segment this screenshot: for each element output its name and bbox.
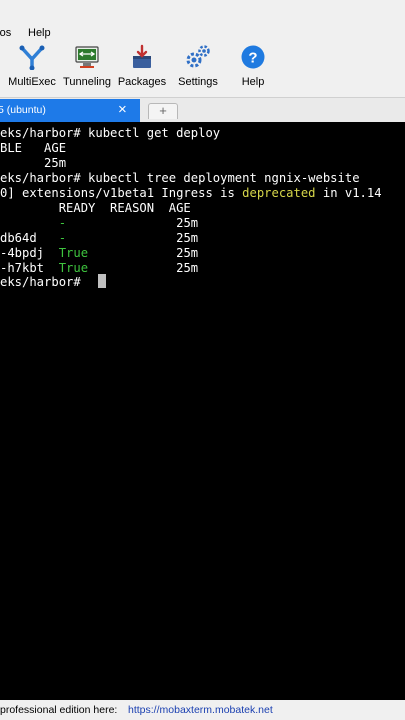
terminal-text: - bbox=[58, 231, 67, 245]
tunneling-icon bbox=[75, 46, 99, 68]
menu-item-macros[interactable]: ros bbox=[0, 27, 11, 39]
menu-item-help[interactable]: Help bbox=[28, 27, 51, 39]
terminal-line: READY REASON AGE bbox=[0, 201, 191, 216]
multiexec-label: MultiExec bbox=[8, 76, 56, 88]
tab-label: 5 (ubuntu) bbox=[0, 104, 46, 116]
terminal-text: 25m bbox=[0, 156, 67, 170]
terminal-cursor bbox=[98, 274, 106, 288]
help-label: Help bbox=[241, 76, 265, 88]
multiexec-icon bbox=[19, 45, 45, 70]
settings-icon bbox=[186, 45, 210, 68]
tab-strip: 5 (ubuntu) × + bbox=[0, 97, 405, 122]
terminal-line: - 25m bbox=[0, 216, 198, 231]
status-bar: professional edition here: https://mobax… bbox=[0, 700, 405, 720]
menu-bar: ros Help bbox=[0, 0, 405, 42]
terminal-line: db64d - 25m bbox=[0, 231, 198, 246]
terminal-line: 25m bbox=[0, 156, 66, 171]
terminal-text: READY REASON AGE bbox=[0, 201, 191, 215]
terminal-line: eks/harbor# kubectl tree deployment ngni… bbox=[0, 171, 360, 186]
terminal-line: -4bpdj True 25m bbox=[0, 246, 198, 261]
settings-label: Settings bbox=[178, 76, 218, 88]
packages-icon bbox=[133, 44, 151, 68]
packages-label: Packages bbox=[117, 76, 167, 88]
toolbar: MultiExec Tunneling Packages Settings ? … bbox=[0, 42, 405, 97]
svg-text:?: ? bbox=[248, 50, 257, 67]
terminal-text: - bbox=[58, 216, 67, 230]
terminal-output[interactable]: eks/harbor# kubectl get deploy BLE AGE 25… bbox=[0, 122, 405, 700]
terminal-text: 25m bbox=[88, 261, 199, 275]
terminal-line: -h7kbt True 25m bbox=[0, 261, 198, 276]
tunneling-label: Tunneling bbox=[63, 76, 111, 88]
terminal-line: eks/harbor# bbox=[0, 275, 88, 290]
terminal-text: -h7kbt bbox=[0, 261, 59, 275]
terminal-text: db64d bbox=[0, 231, 59, 245]
terminal-text: deprecated bbox=[242, 186, 316, 200]
terminal-text: 25m bbox=[66, 231, 199, 245]
terminal-text: eks/harbor# kubectl get deploy bbox=[0, 126, 221, 140]
terminal-text: BLE AGE bbox=[0, 141, 67, 155]
status-text: professional edition here: bbox=[0, 704, 118, 716]
terminal-text: eks/harbor# kubectl tree deployment ngni… bbox=[0, 171, 360, 185]
help-icon: ? bbox=[241, 45, 265, 69]
terminal-line: eks/harbor# kubectl get deploy bbox=[0, 126, 220, 141]
multiexec-button[interactable]: MultiExec bbox=[4, 42, 60, 94]
terminal-text: in v1.14 bbox=[315, 186, 382, 200]
terminal-text: 25m bbox=[88, 246, 199, 260]
help-button[interactable]: ? Help bbox=[234, 42, 272, 94]
terminal-text: 25m bbox=[66, 216, 199, 230]
tab-close-icon[interactable]: × bbox=[118, 101, 127, 118]
terminal-text: True bbox=[58, 261, 89, 275]
new-tab-button[interactable]: + bbox=[148, 103, 178, 119]
terminal-text: -4bpdj bbox=[0, 246, 59, 260]
website-link[interactable]: https://mobaxterm.mobatek.net bbox=[128, 704, 273, 716]
terminal-line: BLE AGE bbox=[0, 141, 66, 156]
terminal-text: eks/harbor# bbox=[0, 275, 89, 289]
tunneling-button[interactable]: Tunneling bbox=[60, 42, 114, 94]
terminal-text: True bbox=[58, 246, 89, 260]
settings-button[interactable]: Settings bbox=[172, 42, 224, 94]
packages-button[interactable]: Packages bbox=[116, 42, 168, 94]
tab-session-ubuntu[interactable]: 5 (ubuntu) × bbox=[0, 99, 140, 122]
terminal-line: 0] extensions/v1beta1 Ingress is depreca… bbox=[0, 186, 382, 201]
terminal-text: 0] extensions/v1beta1 Ingress is bbox=[0, 186, 243, 200]
